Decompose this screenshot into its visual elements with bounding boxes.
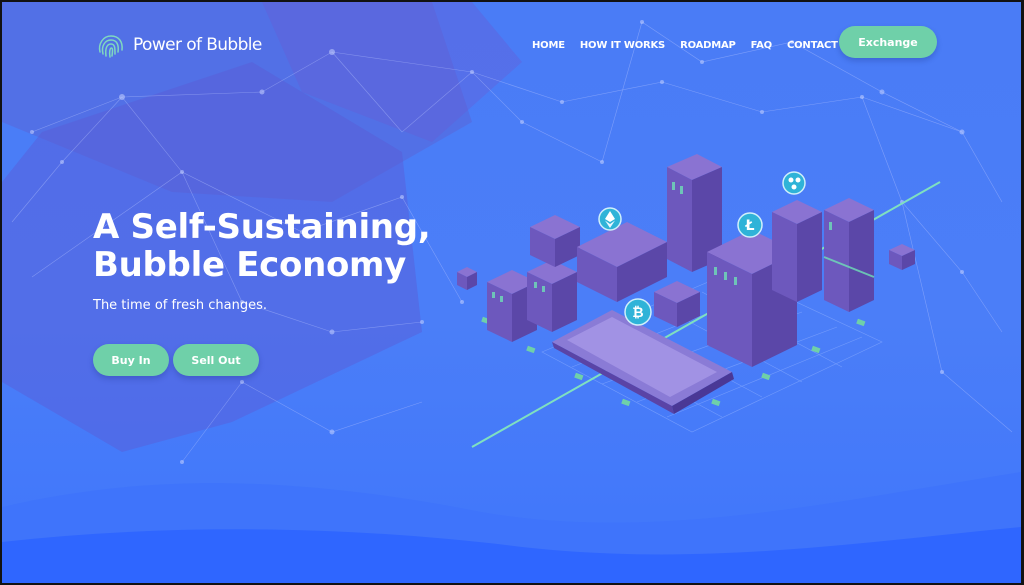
hero-title-line1: A Self-Sustaining, bbox=[93, 207, 431, 247]
svg-text:₿: ₿ bbox=[632, 305, 643, 321]
nav-faq[interactable]: FAQ bbox=[751, 40, 773, 51]
ripple-coin-icon bbox=[782, 171, 806, 195]
nav-how-it-works[interactable]: HOW IT WORKS bbox=[580, 40, 665, 51]
ethereum-coin-icon bbox=[598, 207, 622, 231]
brand-logo[interactable]: Power of Bubble bbox=[95, 30, 262, 60]
nav-home[interactable]: HOME bbox=[532, 40, 565, 51]
nav-roadmap[interactable]: ROADMAP bbox=[680, 40, 736, 51]
fingerprint-icon bbox=[98, 35, 123, 58]
smartphone bbox=[552, 310, 734, 414]
building-group bbox=[457, 154, 915, 367]
hero-title-line2: Bubble Economy bbox=[93, 245, 407, 285]
main-nav: HOME HOW IT WORKS ROADMAP FAQ CONTACT bbox=[532, 40, 838, 51]
isometric-city-illustration: Ł ₿ bbox=[457, 154, 941, 448]
bitcoin-coin-icon: ₿ bbox=[624, 298, 652, 326]
litecoin-coin-icon: Ł bbox=[737, 212, 763, 238]
exchange-button[interactable]: Exchange bbox=[839, 26, 937, 58]
sell-out-button[interactable]: Sell Out bbox=[173, 344, 259, 376]
svg-text:Ł: Ł bbox=[745, 218, 755, 234]
hero-title: A Self-Sustaining, Bubble Economy bbox=[93, 207, 431, 285]
hero-subtitle: The time of fresh changes. bbox=[93, 298, 268, 313]
buy-in-button[interactable]: Buy In bbox=[93, 344, 169, 376]
nav-contact[interactable]: CONTACT bbox=[787, 40, 838, 51]
brand-name: Power of Bubble bbox=[133, 35, 262, 55]
landing-page: Power of Bubble HOME HOW IT WORKS ROADMA… bbox=[2, 2, 1021, 583]
